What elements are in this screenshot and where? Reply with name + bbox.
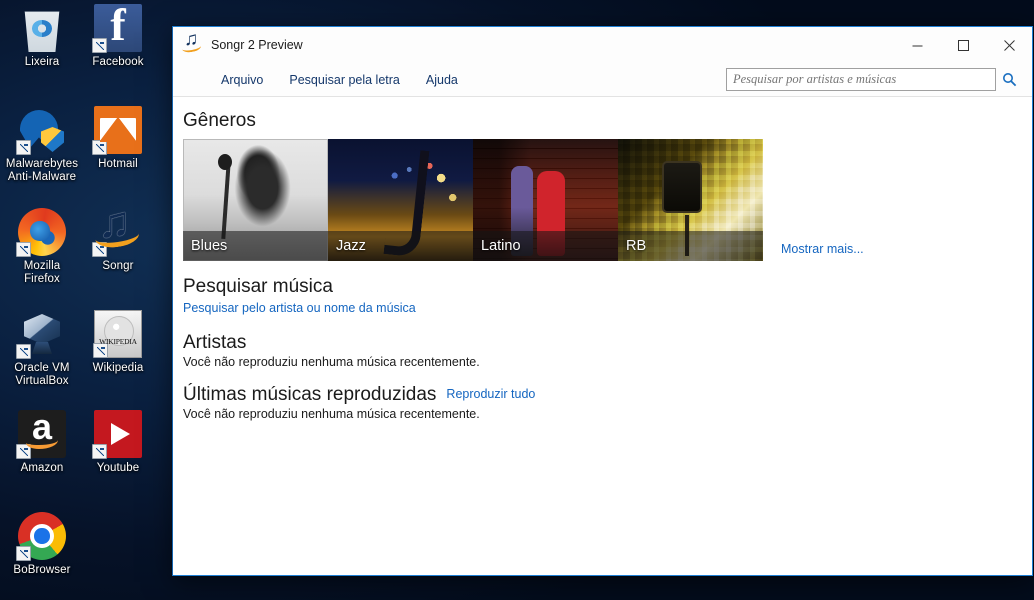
desktop-icon-amazon[interactable]: Amazon [0, 406, 84, 475]
wikipedia-icon [93, 310, 142, 358]
desktop-icon-label: Facebook [92, 56, 144, 68]
window-title: Songr 2 Preview [211, 38, 303, 52]
desktop-icon-label: Oracle VM VirtualBox [14, 362, 70, 387]
search-music-heading: Pesquisar música [183, 276, 333, 297]
desktop-icon-label: Malwarebytes Anti-Malware [5, 158, 79, 183]
desktop-icon-label: Hotmail [98, 158, 138, 170]
shortcut-overlay-icon [92, 444, 107, 459]
bobrowser-icon [16, 512, 66, 561]
shortcut-overlay-icon [16, 140, 31, 155]
music-note-icon [183, 29, 203, 55]
desktop-icon-label: Lixeira [24, 56, 60, 68]
genre-tile-label: Blues [183, 231, 328, 261]
desktop-icon-wikipedia[interactable]: Wikipedia [76, 310, 160, 375]
genre-tile-rb[interactable]: RB [618, 139, 763, 261]
desktop: Lixeira Facebook Malwarebytes Anti-Malwa… [0, 0, 175, 600]
genre-tile-jazz[interactable]: Jazz [328, 139, 473, 261]
artists-empty-text: Você não reproduziu nenhuma música recen… [183, 355, 480, 369]
amazon-icon [16, 406, 66, 459]
desktop-icon-label: Mozilla Firefox [23, 260, 61, 285]
shortcut-overlay-icon [16, 546, 31, 561]
youtube-icon [92, 410, 142, 459]
shortcut-overlay-icon [93, 343, 108, 358]
genre-tile-blues[interactable]: Blues [183, 139, 328, 261]
desktop-icon-facebook[interactable]: Facebook [76, 0, 160, 69]
desktop-icon-bobrowser[interactable]: BoBrowser [0, 512, 84, 577]
desktop-icon-songr[interactable]: Songr [76, 198, 160, 273]
menu-item-ajuda[interactable]: Ajuda [416, 69, 468, 91]
malwarebytes-icon [16, 106, 66, 155]
shortcut-overlay-icon [92, 242, 107, 257]
show-more-link[interactable]: Mostrar mais... [781, 242, 864, 256]
firefox-icon [16, 208, 66, 257]
genre-tile-label: Latino [473, 231, 618, 261]
shortcut-overlay-icon [16, 242, 31, 257]
desktop-icon-hotmail[interactable]: Hotmail [76, 106, 160, 171]
minimize-button[interactable] [894, 27, 940, 63]
search-music-section: Pesquisar música Pesquisar pelo artista … [183, 275, 1032, 317]
facebook-icon [92, 0, 142, 53]
shortcut-overlay-icon [92, 140, 107, 155]
artists-heading: Artistas [183, 332, 247, 353]
songr-icon [92, 198, 142, 257]
genre-tile-label: Jazz [328, 231, 473, 261]
search-area [726, 68, 1022, 91]
desktop-icon-label: Amazon [20, 462, 64, 474]
genres-heading: Gêneros [183, 110, 256, 131]
play-all-link[interactable]: Reproduzir tudo [446, 387, 535, 401]
recent-empty-text: Você não reproduziu nenhuma música recen… [183, 407, 480, 421]
desktop-icon-lixeira[interactable]: Lixeira [0, 4, 84, 69]
recent-section: Últimas músicas reproduzidas Reproduzir … [183, 383, 1032, 421]
genre-tile-latino[interactable]: Latino [473, 139, 618, 261]
search-icon[interactable] [996, 68, 1022, 91]
close-button[interactable] [986, 27, 1032, 63]
songr-window: Songr 2 Preview Arquivo Pesquisar pela l… [172, 26, 1033, 576]
desktop-icon-firefox[interactable]: Mozilla Firefox [0, 208, 84, 286]
genre-tiles: Blues Jazz Latino RB Mostrar mais... [183, 139, 1032, 261]
recent-heading: Últimas músicas reproduzidas [183, 384, 437, 405]
search-music-link[interactable]: Pesquisar pelo artista ou nome da música [183, 301, 416, 315]
desktop-icon-malwarebytes[interactable]: Malwarebytes Anti-Malware [0, 106, 84, 184]
search-input[interactable] [726, 68, 996, 91]
genre-tile-label: RB [618, 231, 763, 261]
menu-item-pesquisar-pela-letra[interactable]: Pesquisar pela letra [279, 69, 409, 91]
virtualbox-icon [16, 310, 66, 359]
menu-item-arquivo[interactable]: Arquivo [211, 69, 273, 91]
desktop-icon-label: Songr [102, 260, 134, 272]
menu-bar: Arquivo Pesquisar pela letra Ajuda [173, 63, 1032, 97]
desktop-icon-virtualbox[interactable]: Oracle VM VirtualBox [0, 310, 84, 388]
desktop-icon-label: BoBrowser [13, 564, 71, 576]
shortcut-overlay-icon [92, 38, 107, 53]
shortcut-overlay-icon [16, 444, 31, 459]
desktop-icon-youtube[interactable]: Youtube [76, 410, 160, 475]
title-bar[interactable]: Songr 2 Preview [173, 27, 1032, 63]
desktop-icon-label: Youtube [96, 462, 140, 474]
hotmail-icon [92, 106, 142, 155]
desktop-icon-label: Wikipedia [92, 362, 144, 374]
content-area: Gêneros Blues Jazz Latino RB Mostrar mai… [173, 97, 1032, 575]
maximize-button[interactable] [940, 27, 986, 63]
shortcut-overlay-icon [16, 344, 31, 359]
artists-section: Artistas Você não reproduziu nenhuma mús… [183, 331, 1032, 369]
recycle-bin-icon [24, 11, 60, 52]
window-controls [894, 27, 1032, 63]
